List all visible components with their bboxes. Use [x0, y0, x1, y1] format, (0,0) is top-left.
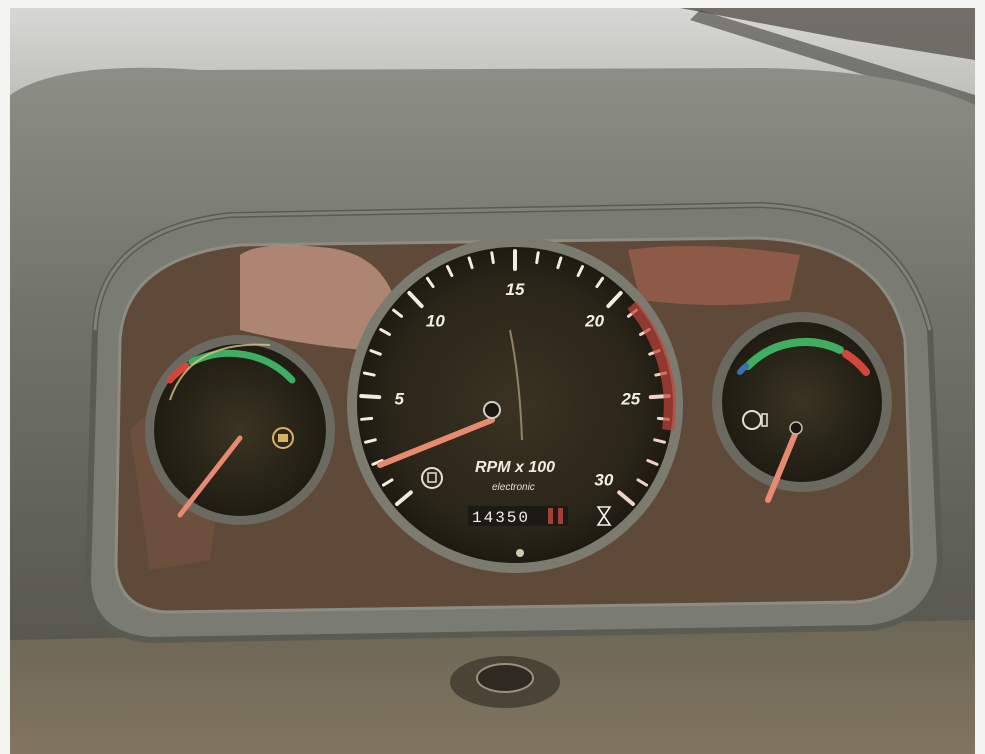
- tachometer-major-tick: [359, 394, 382, 400]
- brand-logo: [516, 549, 524, 557]
- tachometer-scale-label: 30: [594, 471, 613, 490]
- tachometer-scale-label: 25: [620, 389, 640, 408]
- odometer-value: 14350: [472, 509, 530, 527]
- tachometer-minor-tick: [490, 251, 495, 265]
- tachometer-scale-label: 5: [394, 389, 404, 408]
- tachometer-scale-label: 20: [584, 312, 604, 331]
- electronic-label: electronic: [492, 482, 535, 493]
- dashboard-photo: 5 10 15 20 25 30 RPM x 100 electronic 14350: [0, 0, 985, 754]
- tachometer: 5 10 15 20 25 30 RPM x 100 electronic 14350: [347, 237, 683, 573]
- tachometer-minor-tick: [360, 416, 374, 421]
- tachometer-needle-hub: [483, 401, 501, 419]
- tachometer-minor-tick: [362, 371, 376, 377]
- tachometer-scale-label: 10: [426, 312, 445, 331]
- tachometer-scale-label: 15: [506, 280, 525, 299]
- left-gauge: [145, 335, 335, 525]
- rpm-unit-label: RPM x 100: [475, 459, 555, 476]
- dash-knob: [450, 656, 560, 708]
- dashboard-illustration: 5 10 15 20 25 30 RPM x 100 electronic 14350: [0, 0, 985, 754]
- tachometer-minor-tick: [535, 251, 540, 265]
